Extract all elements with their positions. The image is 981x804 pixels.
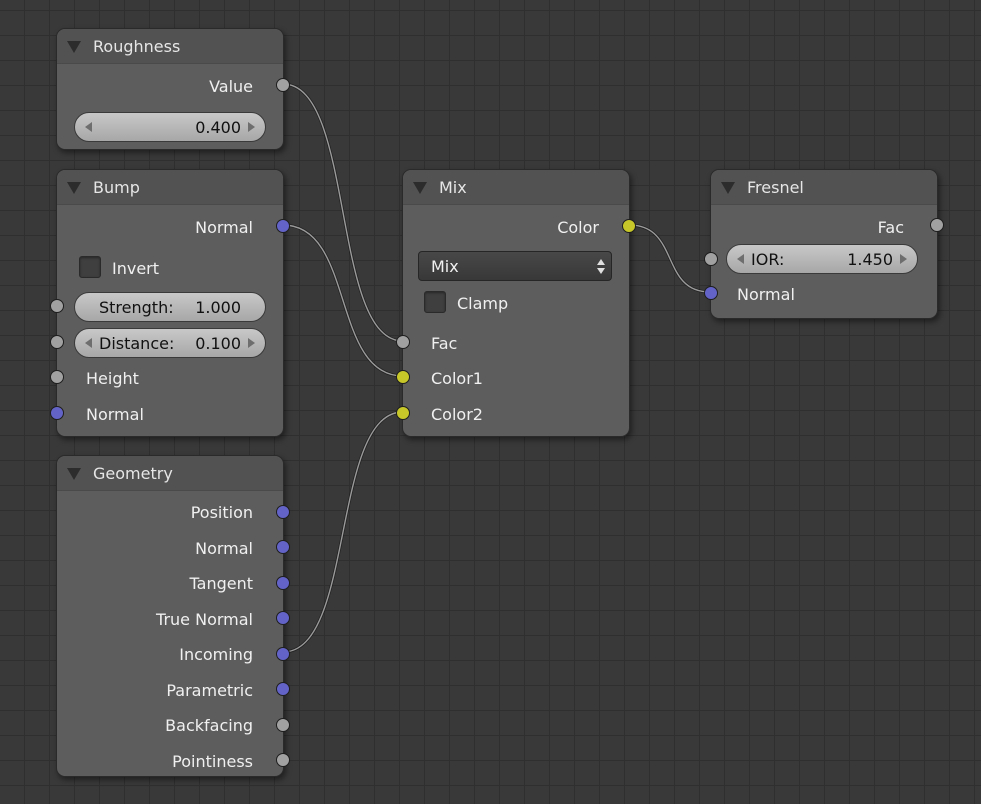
mix-blend-mode-dropdown[interactable]: Mix [418, 251, 612, 281]
geometry-parametric-socket[interactable] [276, 682, 290, 696]
roughness-output-value-label: Value [209, 77, 253, 96]
geometry-output-pointiness-label: Pointiness [172, 752, 253, 771]
mix-color2-label: Color2 [431, 405, 483, 424]
bump-distance-input-socket[interactable] [50, 335, 64, 349]
bump-invert-label: Invert [112, 259, 160, 278]
triangle-down-icon[interactable] [67, 468, 81, 480]
geometry-output-normal-label: Normal [195, 539, 253, 558]
roughness-value-socket[interactable] [276, 78, 290, 92]
geometry-node-header[interactable]: Geometry [57, 456, 283, 491]
bump-strength-field[interactable]: Strength: 1.000 [74, 292, 266, 322]
arrow-right-icon[interactable] [900, 254, 907, 264]
fresnel-ior-field[interactable]: IOR: 1.450 [726, 244, 918, 274]
fresnel-ior-value: 1.450 [847, 250, 893, 269]
bump-strength-value: 1.000 [195, 298, 241, 317]
geometry-pointiness-socket[interactable] [276, 753, 290, 767]
geometry-output-position-label: Position [190, 503, 253, 522]
fresnel-node-title: Fresnel [747, 178, 804, 197]
arrow-right-icon[interactable] [248, 338, 255, 348]
bump-node-header[interactable]: Bump [57, 170, 283, 205]
arrow-left-icon[interactable] [737, 254, 744, 264]
geometry-normal-socket[interactable] [276, 540, 290, 554]
geometry-output-true-normal-label: True Normal [156, 610, 253, 629]
geometry-output-incoming-label: Incoming [179, 645, 253, 664]
arrow-left-icon[interactable] [85, 122, 92, 132]
geometry-position-socket[interactable] [276, 505, 290, 519]
bump-height-label: Height [86, 369, 139, 388]
mix-blend-mode-value: Mix [431, 257, 459, 276]
geometry-incoming-socket[interactable] [276, 647, 290, 661]
geometry-backfacing-socket[interactable] [276, 718, 290, 732]
geometry-tangent-socket[interactable] [276, 576, 290, 590]
mix-color1-label: Color1 [431, 369, 483, 388]
mix-color2-input-socket[interactable] [396, 406, 410, 420]
bump-output-normal-label: Normal [195, 218, 253, 237]
bump-height-input-socket[interactable] [50, 370, 64, 384]
bump-invert-checkbox[interactable] [79, 256, 101, 278]
fresnel-normal-input-socket[interactable] [704, 286, 718, 300]
bump-distance-field[interactable]: Distance: 0.100 [74, 328, 266, 358]
bump-normal-output-socket[interactable] [276, 219, 290, 233]
bump-node[interactable]: Bump Normal Invert Strength: 1.000 Dista… [50, 169, 290, 437]
bump-strength-input-socket[interactable] [50, 299, 64, 313]
mix-clamp-checkbox[interactable] [424, 291, 446, 313]
roughness-value-field[interactable]: 0.400 [74, 112, 266, 142]
mix-color1-input-socket[interactable] [396, 370, 410, 384]
mix-color-output-socket[interactable] [622, 219, 636, 233]
mix-output-color-label: Color [557, 218, 599, 237]
fresnel-output-fac-label: Fac [877, 218, 904, 237]
link-roughness-value-to-mix-fac[interactable] [282, 82, 404, 343]
fresnel-node-header[interactable]: Fresnel [711, 170, 937, 205]
triangle-down-icon[interactable] [721, 182, 735, 194]
roughness-node[interactable]: Roughness Value 0.400 [56, 28, 290, 150]
bump-strength-label: Strength: [99, 298, 174, 317]
geometry-output-tangent-label: Tangent [189, 574, 253, 593]
fresnel-fac-output-socket[interactable] [930, 218, 944, 232]
bump-distance-label: Distance: [99, 334, 175, 353]
roughness-value: 0.400 [195, 118, 241, 137]
geometry-node[interactable]: Geometry Position Normal Tangent True No… [56, 455, 290, 777]
geometry-output-backfacing-label: Backfacing [165, 716, 253, 735]
arrow-right-icon[interactable] [248, 122, 255, 132]
arrow-left-icon[interactable] [85, 338, 92, 348]
bump-normal-input-socket[interactable] [50, 406, 64, 420]
mix-fac-label: Fac [431, 334, 458, 353]
link-geometry-incoming-to-mix-color2[interactable] [282, 410, 404, 654]
mix-clamp-label: Clamp [457, 294, 509, 313]
mix-node[interactable]: Mix Color Mix Clamp Fac Color1 Color2 [396, 169, 636, 437]
link-mix-color-to-fresnel-normal[interactable] [628, 223, 711, 294]
roughness-node-header[interactable]: Roughness [57, 29, 283, 64]
bump-normal-input-label: Normal [86, 405, 144, 424]
mix-node-header[interactable]: Mix [403, 170, 629, 205]
bump-distance-value: 0.100 [195, 334, 241, 353]
mix-fac-input-socket[interactable] [396, 335, 410, 349]
triangle-down-icon[interactable] [67, 182, 81, 194]
roughness-node-title: Roughness [93, 37, 181, 56]
bump-node-title: Bump [93, 178, 140, 197]
fresnel-normal-label: Normal [737, 285, 795, 304]
geometry-node-title: Geometry [93, 464, 173, 483]
mix-node-title: Mix [439, 178, 467, 197]
triangle-down-icon[interactable] [413, 182, 427, 194]
link-bump-normal-to-mix-color1[interactable] [282, 223, 404, 378]
triangle-down-icon[interactable] [67, 41, 81, 53]
geometry-output-parametric-label: Parametric [166, 681, 253, 700]
geometry-true-normal-socket[interactable] [276, 611, 290, 625]
fresnel-node[interactable]: Fresnel Fac IOR: 1.450 Normal [704, 169, 944, 319]
fresnel-ior-input-socket[interactable] [704, 252, 718, 266]
fresnel-ior-label: IOR: [751, 250, 785, 269]
